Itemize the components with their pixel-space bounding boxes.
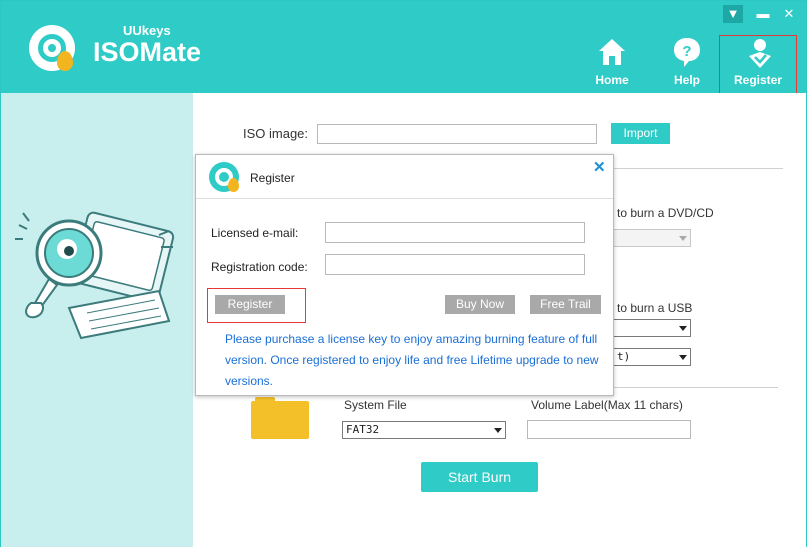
brand-small-text: UUkeys xyxy=(123,23,171,38)
usb-drive-select[interactable] xyxy=(613,319,691,337)
dialog-title: Register xyxy=(250,171,295,185)
dvd-drive-select xyxy=(613,229,691,247)
register-dialog: Register ✕ Licensed e-mail: Registration… xyxy=(195,154,614,396)
mascot-illustration-icon xyxy=(15,211,175,340)
close-window-button[interactable]: ✕ xyxy=(779,5,799,23)
dialog-logo-icon xyxy=(209,162,239,192)
app-window: UUkeys ISOMate ▼ ▬ ✕ Home ? Help Registe… xyxy=(0,0,807,547)
import-button[interactable]: Import xyxy=(611,123,670,144)
purchase-note-text: Please purchase a license key to enjoy a… xyxy=(225,332,599,388)
nav-home-button[interactable]: Home xyxy=(582,37,642,89)
folder-icon xyxy=(251,401,309,439)
nav-help-label: Help xyxy=(673,73,700,87)
licensed-email-input[interactable] xyxy=(325,222,585,243)
home-icon xyxy=(599,39,625,65)
system-file-label: System File xyxy=(344,398,407,412)
help-icon: ? xyxy=(674,38,700,67)
svg-text:?: ? xyxy=(682,43,691,60)
menu-dropdown-button[interactable]: ▼ xyxy=(723,5,743,23)
header-bar: UUkeys ISOMate ▼ ▬ ✕ Home ? Help Registe… xyxy=(1,1,806,99)
volume-label-label: Volume Label(Max 11 chars) xyxy=(531,398,683,412)
iso-image-input[interactable] xyxy=(317,124,597,144)
buy-now-button[interactable]: Buy Now xyxy=(445,295,515,314)
register-icon xyxy=(749,39,771,68)
minimize-button[interactable]: ▬ xyxy=(753,5,773,23)
free-trail-button[interactable]: Free Trail xyxy=(530,295,601,314)
licensed-email-label: Licensed e-mail: xyxy=(211,226,299,240)
partition-scheme-value: t) xyxy=(617,350,631,363)
app-logo-icon xyxy=(29,25,75,71)
divider-line xyxy=(613,168,783,169)
dialog-title-bar: Register ✕ xyxy=(196,155,613,199)
nav-register-label: Register xyxy=(733,73,783,87)
brand-title: ISOMate xyxy=(93,37,202,67)
nav-help-button[interactable]: ? Help xyxy=(657,37,717,89)
registration-code-input[interactable] xyxy=(325,254,585,275)
dvd-option-label: to burn a DVD/CD xyxy=(617,206,714,220)
nav-register-button[interactable]: Register xyxy=(719,35,797,99)
divider-line xyxy=(613,387,778,388)
partition-scheme-select[interactable]: t) xyxy=(613,348,691,366)
iso-image-label: ISO image: xyxy=(243,126,309,141)
registration-code-label: Registration code: xyxy=(211,260,308,274)
register-button[interactable]: Register xyxy=(215,295,285,314)
nav-home-label: Home xyxy=(595,73,629,87)
system-file-value: FAT32 xyxy=(346,423,380,436)
volume-label-input[interactable] xyxy=(527,420,691,439)
usb-option-label: to burn a USB xyxy=(617,301,693,315)
start-burn-button[interactable]: Start Burn xyxy=(421,462,538,492)
system-file-select[interactable]: FAT32 xyxy=(342,421,506,439)
dialog-close-icon[interactable]: ✕ xyxy=(593,158,606,176)
left-mascot-panel xyxy=(1,93,193,547)
